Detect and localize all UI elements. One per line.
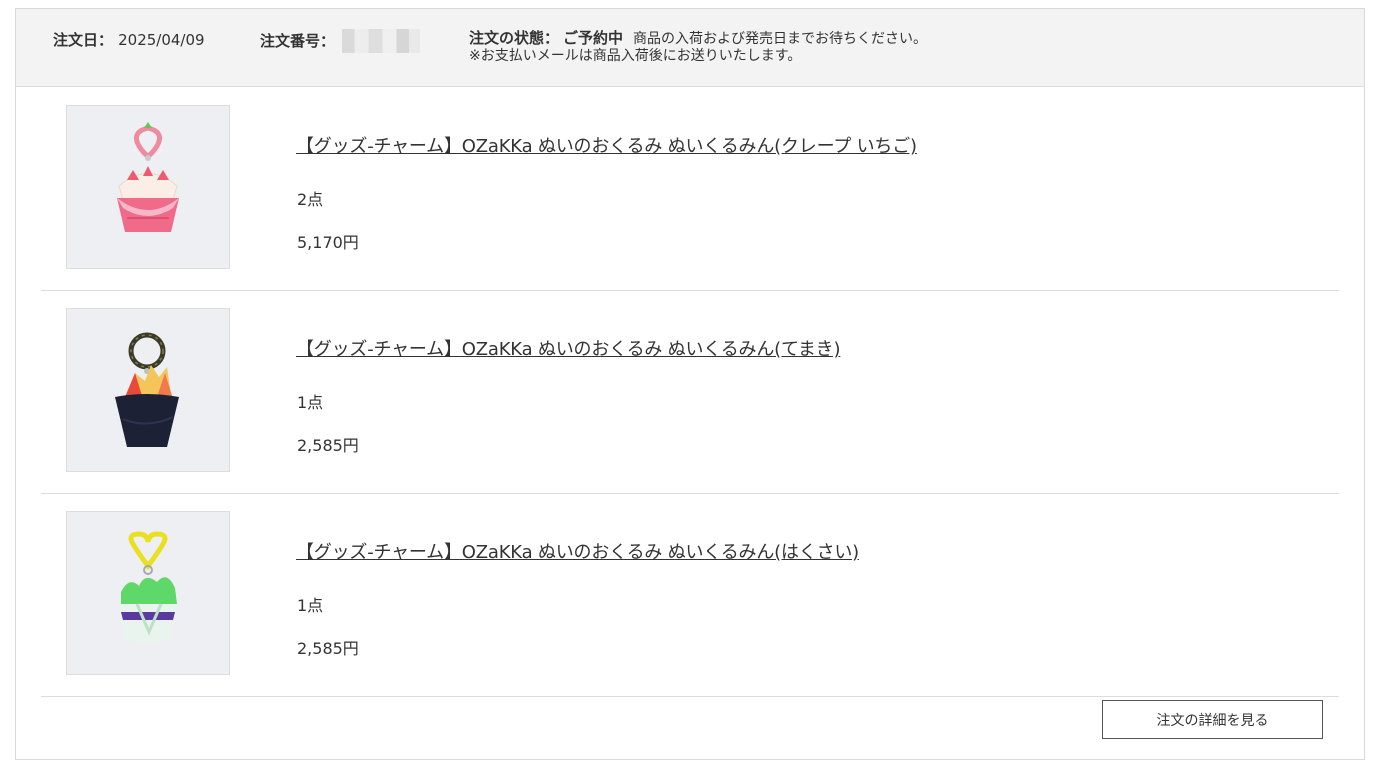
view-order-details-button[interactable]: 注文の詳細を見る [1102,700,1323,739]
order-date-label: 注文日： [53,31,114,49]
item-quantity: 1点 [297,596,324,615]
item-title-link[interactable]: 【グッズ-チャーム】OZaKKa ぬいのおくるみ ぬいくるみん(てまき) [296,335,840,361]
order-status: 注文の状態： ご予約中 商品の入荷および発売日までお待ちください。 ※お支払いメール… [469,29,927,65]
order-status-note: 商品の入荷および発売日までお待ちください。 [633,31,928,47]
order-number-label: 注文番号： [260,32,336,50]
order-number: 注文番号： [260,29,421,53]
order-status-value: ご予約中 [563,29,624,47]
item-quantity: 2点 [297,190,324,209]
order-date-value: 2025/04/09 [118,31,205,49]
item-price: 2,585円 [297,639,359,658]
order-date: 注文日： 2025/04/09 [53,29,205,50]
payment-note: ※お支払いメールは商品入荷後にお送りいたします。 [469,48,802,64]
order-item: 【グッズ-チャーム】OZaKKa ぬいのおくるみ ぬいくるみん(はくさい) 1点… [41,494,1339,697]
order-card: 注文日： 2025/04/09 注文番号： 注文の状態： ご予約中 商品の入荷および… [15,8,1365,760]
hakusai-charm-image[interactable] [66,511,230,675]
crepe-strawberry-charm-image[interactable] [66,105,230,269]
item-quantity: 1点 [297,393,324,412]
order-status-label: 注文の状態： [469,29,560,47]
item-price: 5,170円 [297,233,359,252]
order-number-masked-value [342,29,421,53]
order-header: 注文日： 2025/04/09 注文番号： 注文の状態： ご予約中 商品の入荷および… [16,9,1364,87]
item-price: 2,585円 [297,436,359,455]
order-item: 【グッズ-チャーム】OZaKKa ぬいのおくるみ ぬいくるみん(てまき) 1点 … [41,291,1339,494]
item-title-link[interactable]: 【グッズ-チャーム】OZaKKa ぬいのおくるみ ぬいくるみん(はくさい) [296,538,859,564]
item-title-link[interactable]: 【グッズ-チャーム】OZaKKa ぬいのおくるみ ぬいくるみん(クレープ いちご… [296,132,917,158]
order-item: 【グッズ-チャーム】OZaKKa ぬいのおくるみ ぬいくるみん(クレープ いちご… [41,88,1339,291]
temaki-charm-image[interactable] [66,308,230,472]
